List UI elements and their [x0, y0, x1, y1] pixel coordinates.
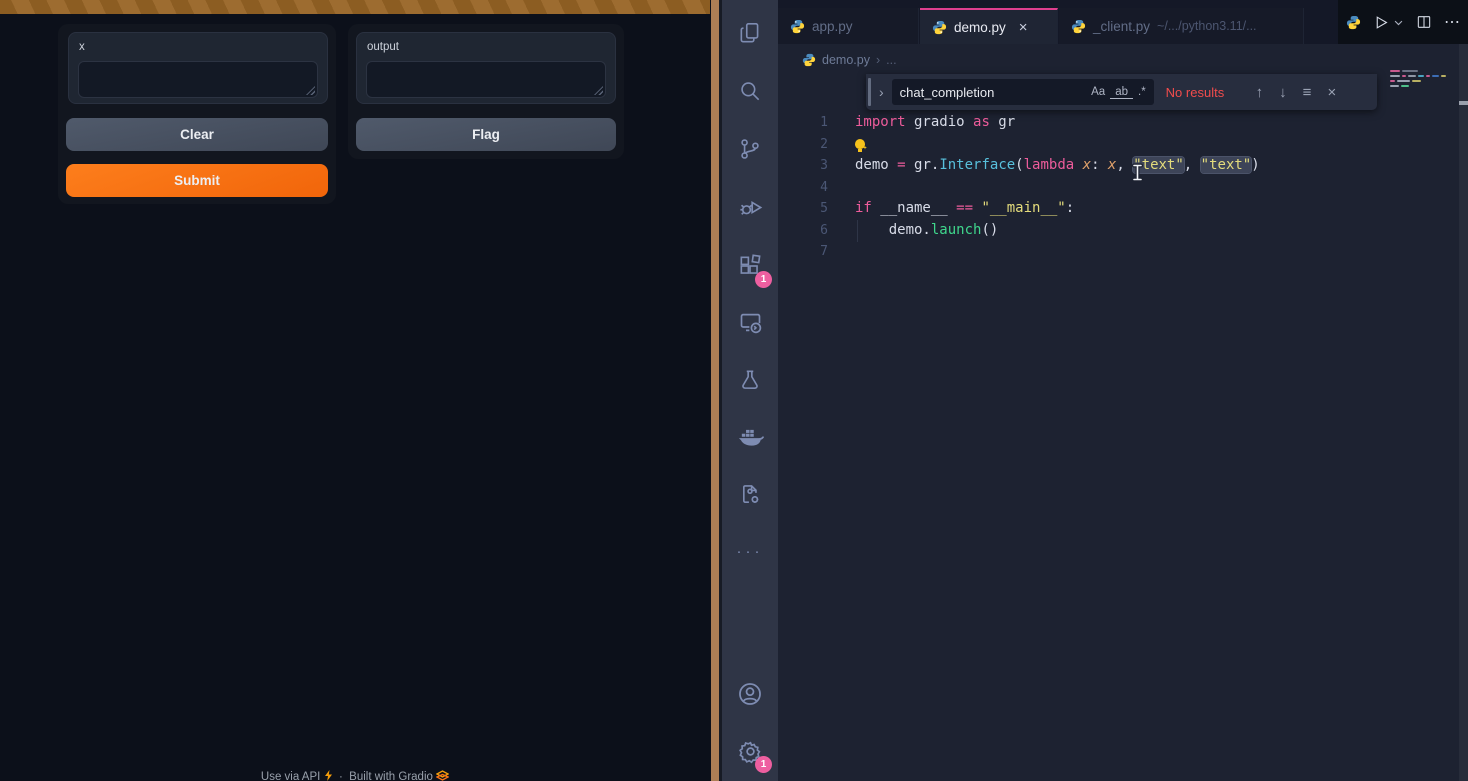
play-icon: [1373, 14, 1390, 31]
activity-bar: 1 ··· 1: [722, 0, 778, 781]
overview-ruler-marker: [1459, 101, 1468, 105]
submit-button[interactable]: Submit: [66, 164, 328, 197]
tab-label: demo.py: [954, 20, 1006, 35]
footer-separator: ·: [339, 771, 343, 781]
text-cursor-pointer: [1131, 163, 1144, 182]
extensions-icon[interactable]: 1: [722, 238, 778, 294]
more-views-icon[interactable]: ···: [722, 523, 778, 579]
find-previous-button[interactable]: ↑: [1248, 84, 1272, 101]
python-file-icon: [790, 19, 805, 34]
run-python-file-button[interactable]: [1373, 14, 1404, 31]
more-actions-icon[interactable]: ⋯: [1444, 12, 1461, 32]
indent-guide: [857, 220, 858, 242]
flag-button[interactable]: Flag: [356, 118, 616, 151]
window-divider[interactable]: [711, 0, 719, 781]
line-number: 2: [806, 134, 828, 156]
striped-title-bar: [0, 0, 710, 14]
python-file-icon: [1071, 19, 1086, 34]
gradio-app-panel: x Clear Submit output Flag Use via API ·: [0, 0, 710, 781]
find-status: No results: [1166, 85, 1248, 100]
breadcrumb[interactable]: demo.py › ...: [802, 48, 897, 72]
line-number: 1: [806, 112, 828, 134]
find-input[interactable]: [892, 85, 1086, 100]
line-number: 6: [806, 220, 828, 242]
find-next-button[interactable]: ↓: [1271, 84, 1295, 101]
code-line[interactable]: 7: [778, 241, 1438, 263]
breadcrumb-symbol[interactable]: ...: [886, 53, 896, 67]
editor-actions: ⋯: [1338, 0, 1468, 44]
testing-beaker-icon[interactable]: [722, 352, 778, 408]
input-label: x: [79, 41, 85, 53]
clear-button[interactable]: Clear: [66, 118, 328, 151]
resize-handle-icon[interactable]: [594, 86, 603, 95]
line-number: 7: [806, 241, 828, 263]
explorer-icon[interactable]: [722, 5, 778, 61]
api-bolt-icon: [324, 770, 333, 781]
python-file-icon: [802, 53, 816, 67]
line-number: 3: [806, 155, 828, 177]
settings-gear-icon[interactable]: 1: [722, 723, 778, 779]
find-expand-chevron-icon[interactable]: ›: [871, 84, 892, 100]
find-close-button[interactable]: ×: [1319, 84, 1344, 101]
code-line[interactable]: 1import gradio as gr: [778, 112, 1438, 134]
code-line[interactable]: 4: [778, 177, 1438, 199]
built-with-gradio-link[interactable]: Built with Gradio: [349, 771, 433, 781]
code-line[interactable]: 2: [778, 134, 1438, 156]
input-textarea[interactable]: [78, 61, 318, 98]
python-file-icon: [932, 20, 947, 35]
minimap[interactable]: [1390, 70, 1446, 90]
tab-demo-py[interactable]: demo.py ×: [920, 8, 1058, 44]
tab-label: _client.py: [1093, 19, 1150, 34]
line-number: 4: [806, 177, 828, 199]
output-label: output: [367, 41, 399, 53]
extensions-badge: 1: [755, 271, 772, 288]
run-debug-icon[interactable]: [722, 179, 778, 235]
tab-path-description: ~/.../python3.11/...: [1157, 19, 1257, 33]
docker-icon[interactable]: [722, 409, 778, 465]
gradio-footer: Use via API · Built with Gradio: [0, 770, 710, 781]
chevron-down-icon: [1393, 17, 1404, 28]
tab-close-icon[interactable]: ×: [1019, 19, 1028, 36]
tab-client-py[interactable]: _client.py ~/.../python3.11/...: [1059, 8, 1304, 44]
settings-badge: 1: [755, 756, 772, 773]
editor-scrollbar[interactable]: [1459, 44, 1468, 781]
lightbulb-icon[interactable]: [855, 139, 865, 149]
match-case-toggle[interactable]: Aa: [1086, 86, 1110, 98]
code-line[interactable]: 5if __name__ == "__main__":: [778, 198, 1438, 220]
remote-explorer-icon[interactable]: [722, 294, 778, 350]
output-group: output Flag: [348, 24, 624, 159]
find-in-selection-button[interactable]: ≡: [1295, 84, 1320, 101]
use-via-api-link[interactable]: Use via API: [261, 771, 320, 781]
editor-tab-bar: app.py demo.py × _client.py ~/.../python…: [778, 0, 1468, 44]
tab-app-py[interactable]: app.py: [778, 8, 919, 44]
code-editor: app.py demo.py × _client.py ~/.../python…: [778, 0, 1468, 781]
screenshot-stage: x Clear Submit output Flag Use via API ·: [0, 0, 1468, 781]
code-line[interactable]: 3demo = gr.Interface(lambda x: x, "text"…: [778, 155, 1438, 177]
output-block: output: [356, 32, 616, 104]
input-block-x: x: [68, 32, 328, 104]
source-control-icon[interactable]: [722, 121, 778, 177]
find-widget: › Aa ab .* No results ↑ ↓ ≡ ×: [866, 74, 1377, 110]
breadcrumb-file[interactable]: demo.py: [822, 53, 870, 67]
line-number: 5: [806, 198, 828, 220]
breadcrumb-separator: ›: [876, 53, 880, 67]
more-dots: ···: [737, 543, 764, 560]
input-group: x Clear Submit: [58, 24, 336, 204]
split-editor-icon[interactable]: [1416, 14, 1432, 30]
account-icon[interactable]: [722, 666, 778, 722]
gradio-logo-icon: [436, 770, 449, 781]
search-icon[interactable]: [722, 63, 778, 119]
code-lines[interactable]: 1import gradio as gr23demo = gr.Interfac…: [778, 112, 1438, 263]
code-line[interactable]: 6 demo.launch(): [778, 220, 1438, 242]
regex-toggle[interactable]: .*: [1133, 86, 1154, 98]
tab-label: app.py: [812, 19, 853, 34]
whole-word-toggle[interactable]: ab: [1110, 86, 1133, 99]
python-logo-icon: [1346, 15, 1361, 30]
output-textarea[interactable]: [366, 61, 606, 98]
resize-handle-icon[interactable]: [306, 86, 315, 95]
file-settings-icon[interactable]: [722, 466, 778, 522]
find-input-box: Aa ab .*: [892, 79, 1154, 105]
